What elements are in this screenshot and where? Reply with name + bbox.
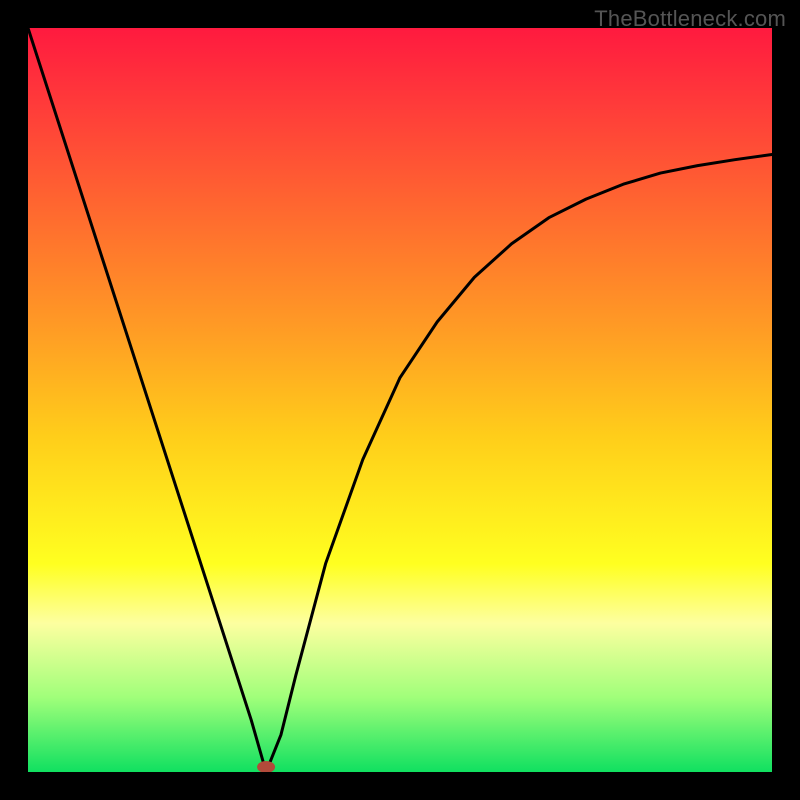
watermark-text: TheBottleneck.com [594, 6, 786, 32]
chart-frame: TheBottleneck.com [0, 0, 800, 800]
optimal-point-marker [257, 761, 275, 772]
bottleneck-curve [28, 28, 772, 772]
plot-area [28, 28, 772, 772]
chart-svg [28, 28, 772, 772]
